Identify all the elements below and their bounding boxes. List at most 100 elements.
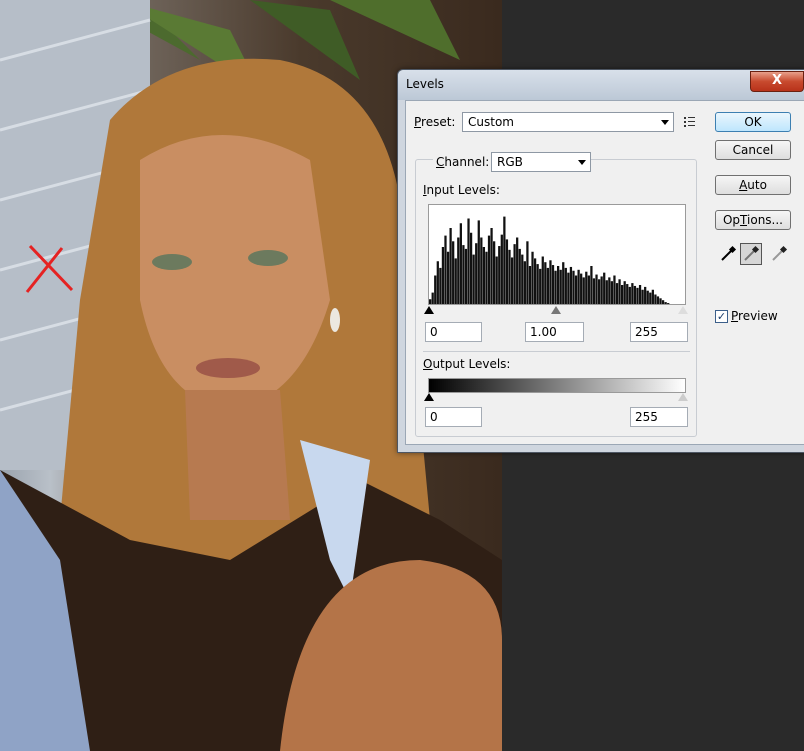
histogram-bar — [569, 266, 573, 304]
preset-label: Preset: — [414, 115, 456, 129]
histogram-bar — [585, 271, 588, 304]
input-black-slider[interactable] — [424, 306, 434, 314]
histogram-bar — [518, 248, 521, 304]
eyedropper-white-icon[interactable] — [769, 244, 789, 264]
histogram-bar — [646, 290, 649, 304]
histogram-bar — [641, 289, 644, 304]
preset-value: Custom — [468, 115, 514, 129]
dialog-title: Levels — [406, 77, 444, 91]
histogram-bar — [490, 228, 493, 304]
eyedropper-black-icon[interactable] — [718, 244, 738, 264]
histogram-bar — [452, 241, 455, 304]
histogram-bar — [631, 283, 634, 304]
output-black-slider[interactable] — [424, 393, 434, 401]
options-button[interactable]: OpTions... — [715, 210, 791, 230]
histogram-bar — [441, 247, 445, 304]
input-gamma-slider[interactable] — [551, 306, 561, 314]
histogram-bar — [467, 218, 470, 304]
histogram-bar — [521, 254, 524, 304]
histogram-bar — [608, 277, 611, 304]
histogram-bar — [577, 269, 580, 304]
histogram-bar — [557, 266, 560, 304]
histogram-bar — [580, 273, 583, 304]
input-white-slider[interactable] — [678, 306, 688, 314]
channel-dropdown[interactable]: RGB — [491, 152, 591, 172]
histogram-bar — [597, 279, 601, 304]
histogram-bar — [587, 275, 590, 304]
histogram-bar — [493, 241, 496, 304]
histogram-bar — [590, 266, 593, 304]
histogram-bar — [574, 275, 578, 304]
histogram-bar — [656, 296, 660, 304]
histogram-bar — [654, 294, 657, 304]
input-white-field[interactable]: 255 — [630, 322, 688, 342]
histogram-bar — [551, 265, 555, 304]
dialog-titlebar[interactable]: Levels X — [398, 70, 804, 100]
histogram-bar — [436, 261, 439, 304]
histogram-bar — [539, 268, 542, 304]
histogram-bar — [516, 237, 519, 304]
auto-button[interactable]: Auto — [715, 175, 791, 195]
chevron-down-icon — [661, 120, 669, 125]
histogram-bar — [564, 267, 567, 304]
histogram-bar — [667, 303, 670, 304]
chevron-down-icon — [578, 160, 586, 165]
histogram-bar — [429, 299, 432, 304]
histogram-bar — [500, 234, 503, 304]
output-levels-label: Output Levels: — [423, 357, 511, 371]
levels-dialog: Levels X Preset: Custom Channel: RGB Inp… — [397, 69, 804, 453]
channel-label: Channel: — [433, 155, 493, 169]
histogram-bar — [523, 261, 526, 304]
histogram-bar — [546, 267, 550, 304]
histogram-bar — [459, 223, 462, 304]
preset-dropdown[interactable]: Custom — [462, 112, 674, 132]
cancel-button[interactable]: Cancel — [715, 140, 791, 160]
output-white-field[interactable]: 255 — [630, 407, 688, 427]
histogram-bar — [528, 266, 532, 304]
histogram-bar — [469, 232, 473, 304]
preset-options-icon[interactable] — [683, 114, 697, 128]
histogram-bar — [439, 267, 442, 304]
eyedropper-gray-button[interactable] — [740, 243, 762, 265]
input-levels-label: Input Levels: — [423, 183, 500, 197]
close-button[interactable]: X — [750, 71, 804, 92]
channel-value: RGB — [497, 155, 523, 169]
histogram-bar — [472, 254, 475, 304]
output-black-field[interactable]: 0 — [425, 407, 482, 427]
input-gamma-field[interactable]: 1.00 — [525, 322, 584, 342]
histogram-bar — [610, 281, 614, 304]
histogram-bar — [544, 262, 547, 304]
histogram — [428, 204, 686, 305]
histogram-bar — [664, 302, 667, 304]
histogram-bar — [636, 287, 639, 304]
histogram-bar — [554, 270, 557, 304]
histogram-bar — [582, 277, 585, 304]
histogram-bar — [475, 243, 478, 304]
histogram-bar — [431, 292, 434, 304]
histogram-bar — [595, 274, 598, 304]
histogram-bar — [444, 235, 447, 304]
histogram-bar — [510, 257, 514, 304]
histogram-bar — [526, 241, 529, 304]
histogram-bar — [644, 286, 647, 304]
preview-checkbox[interactable]: ✓ — [715, 310, 728, 323]
histogram-bar — [482, 247, 486, 304]
input-black-field[interactable]: 0 — [425, 322, 482, 342]
preview-label[interactable]: Preview — [731, 309, 778, 323]
histogram-bar — [498, 246, 501, 304]
histogram-bar — [613, 275, 616, 304]
histogram-bar — [623, 281, 626, 304]
ok-button[interactable]: OK — [715, 112, 791, 132]
histogram-bar — [592, 278, 596, 304]
histogram-bar — [628, 286, 631, 304]
histogram-bar — [659, 298, 662, 304]
histogram-bar — [649, 292, 652, 304]
histogram-bar — [508, 249, 511, 304]
histogram-bar — [603, 272, 606, 304]
histogram-bar — [605, 280, 608, 304]
histogram-bar — [638, 285, 642, 304]
output-white-slider[interactable] — [678, 393, 688, 401]
eyedropper-gray-icon — [744, 245, 760, 261]
histogram-bar — [533, 258, 537, 304]
histogram-bar — [462, 245, 465, 304]
